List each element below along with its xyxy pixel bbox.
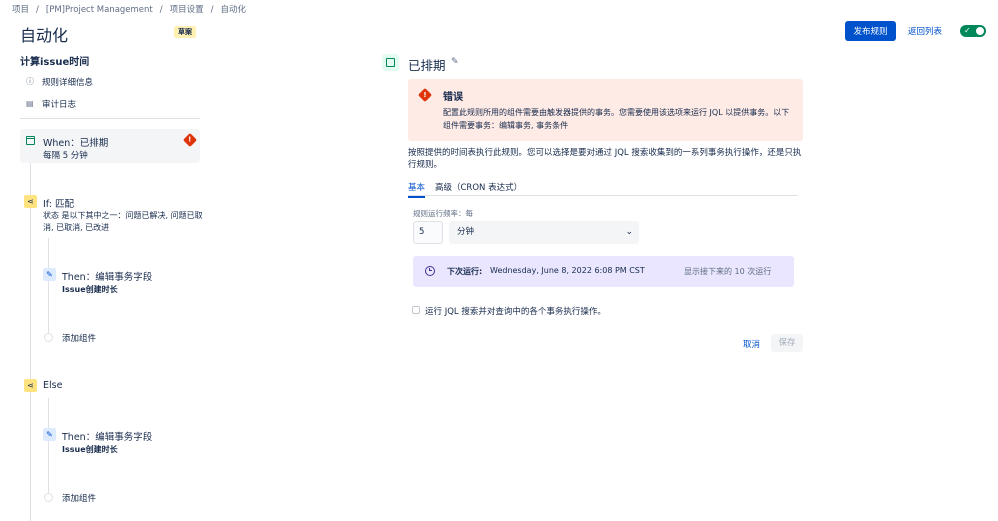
- cancel-button[interactable]: 取消: [743, 338, 760, 350]
- breadcrumb-item[interactable]: 项目: [12, 5, 29, 15]
- panel-title: 已排期: [408, 58, 446, 73]
- toggle-knob: [976, 27, 984, 35]
- add-component-label[interactable]: 添加组件: [62, 492, 96, 504]
- jql-checkbox[interactable]: [412, 306, 420, 314]
- else-title[interactable]: Else: [43, 380, 62, 391]
- branch-icon: ⋖: [24, 379, 37, 392]
- audit-log-link[interactable]: ▤ 审计日志: [26, 98, 77, 111]
- branch-icon: ⋖: [24, 195, 37, 208]
- edit-pencil-icon[interactable]: ✎: [451, 57, 459, 67]
- show-next-runs-link[interactable]: 显示接下来的 10 次运行: [684, 266, 771, 277]
- rule-details-link[interactable]: ⓘ 规则详细信息: [26, 76, 94, 89]
- breadcrumb-separator: /: [36, 5, 39, 15]
- rule-enabled-toggle[interactable]: ✓: [960, 25, 986, 37]
- sidebar-divider: [20, 118, 200, 119]
- rule-name: 计算issue时间: [20, 57, 90, 68]
- publish-rule-button[interactable]: 发布规则: [845, 21, 896, 41]
- add-component-dot[interactable]: [44, 493, 53, 502]
- timeline-line: [30, 163, 31, 521]
- unit-select-value: 分钟: [457, 227, 475, 237]
- pencil-icon: ✎: [43, 268, 56, 281]
- pencil-icon: ✎: [43, 428, 56, 441]
- error-banner: ! 错误 配置此规则所用的组件需要由触发器提供的事务。您需要使用该选项来运行 J…: [408, 79, 803, 141]
- unit-select[interactable]: 分钟 ⌄: [449, 221, 639, 244]
- action-subtitle: Issue创建时长: [62, 445, 118, 454]
- frequency-input[interactable]: 5: [413, 221, 443, 244]
- breadcrumb-separator: /: [159, 5, 163, 15]
- action-subtitle: Issue创建时长: [62, 285, 118, 294]
- save-button[interactable]: 保存: [771, 334, 803, 352]
- action-title[interactable]: Then：编辑事务字段: [62, 429, 152, 443]
- condition-title[interactable]: If: 匹配: [43, 196, 74, 210]
- add-component-dot[interactable]: [44, 333, 53, 342]
- breadcrumb-item[interactable]: 项目设置: [170, 5, 204, 15]
- breadcrumb-separator: /: [210, 5, 214, 15]
- error-title: 错误: [443, 92, 463, 103]
- chevron-down-icon: ⌄: [625, 227, 633, 237]
- schedule-description: 按照提供的时间表执行此规则。您可以选择是要对通过 JQL 搜索收集到的一系列事务…: [408, 148, 802, 170]
- add-component-label[interactable]: 添加组件: [62, 332, 96, 344]
- next-run-label: 下次运行:: [447, 267, 483, 276]
- frequency-label: 规则运行频率：每: [413, 209, 473, 218]
- condition-description[interactable]: 状态 是以下其中之一：问题已解决, 问题已取消, 已取消, 已改进: [43, 210, 203, 234]
- jql-checkbox-label[interactable]: 运行 JQL 搜索并对查询中的各个事务执行操作。: [425, 305, 606, 317]
- error-icon: !: [182, 132, 198, 148]
- clock-icon: [425, 266, 435, 276]
- calendar-icon: [26, 136, 35, 145]
- breadcrumb-item[interactable]: 自动化: [221, 5, 247, 15]
- action-title[interactable]: Then：编辑事务字段: [62, 269, 152, 283]
- breadcrumb: 项目 / [PM]Project Management / 项目设置 / 自动化: [12, 3, 246, 15]
- branch-line: [48, 238, 49, 334]
- breadcrumb-item[interactable]: [PM]Project Management: [46, 5, 153, 15]
- trigger-card[interactable]: When：已排期 每隔 5 分钟 !: [20, 129, 200, 163]
- page-title: 自动化: [20, 26, 69, 45]
- error-icon: !: [417, 87, 433, 103]
- tab-advanced[interactable]: 高级（CRON 表达式）: [435, 181, 522, 196]
- info-icon: ⓘ: [26, 77, 34, 86]
- branch-line: [48, 398, 49, 494]
- next-run-banner: 下次运行: Wednesday, June 8, 2022 6:08 PM CS…: [413, 256, 794, 287]
- audit-log-label: 审计日志: [42, 100, 77, 110]
- tab-bar: 基本 高级（CRON 表达式）: [408, 181, 798, 198]
- next-run-value: Wednesday, June 8, 2022 6:08 PM CST: [490, 266, 645, 275]
- trigger-title: When：已排期: [43, 138, 109, 149]
- schedule-icon: [382, 54, 399, 71]
- tab-basic[interactable]: 基本: [408, 181, 426, 198]
- error-message: 配置此规则所用的组件需要由触发器提供的事务。您需要使用该选项来运行 JQL 以提…: [443, 108, 790, 130]
- calendar-icon: [386, 58, 395, 67]
- rule-details-label: 规则详细信息: [42, 78, 94, 88]
- document-icon: ▤: [26, 99, 34, 108]
- status-badge: 草案: [174, 26, 196, 38]
- check-icon: ✓: [964, 26, 971, 35]
- back-to-list-link[interactable]: 返回列表: [908, 25, 942, 37]
- trigger-subtitle: 每隔 5 分钟: [43, 151, 88, 161]
